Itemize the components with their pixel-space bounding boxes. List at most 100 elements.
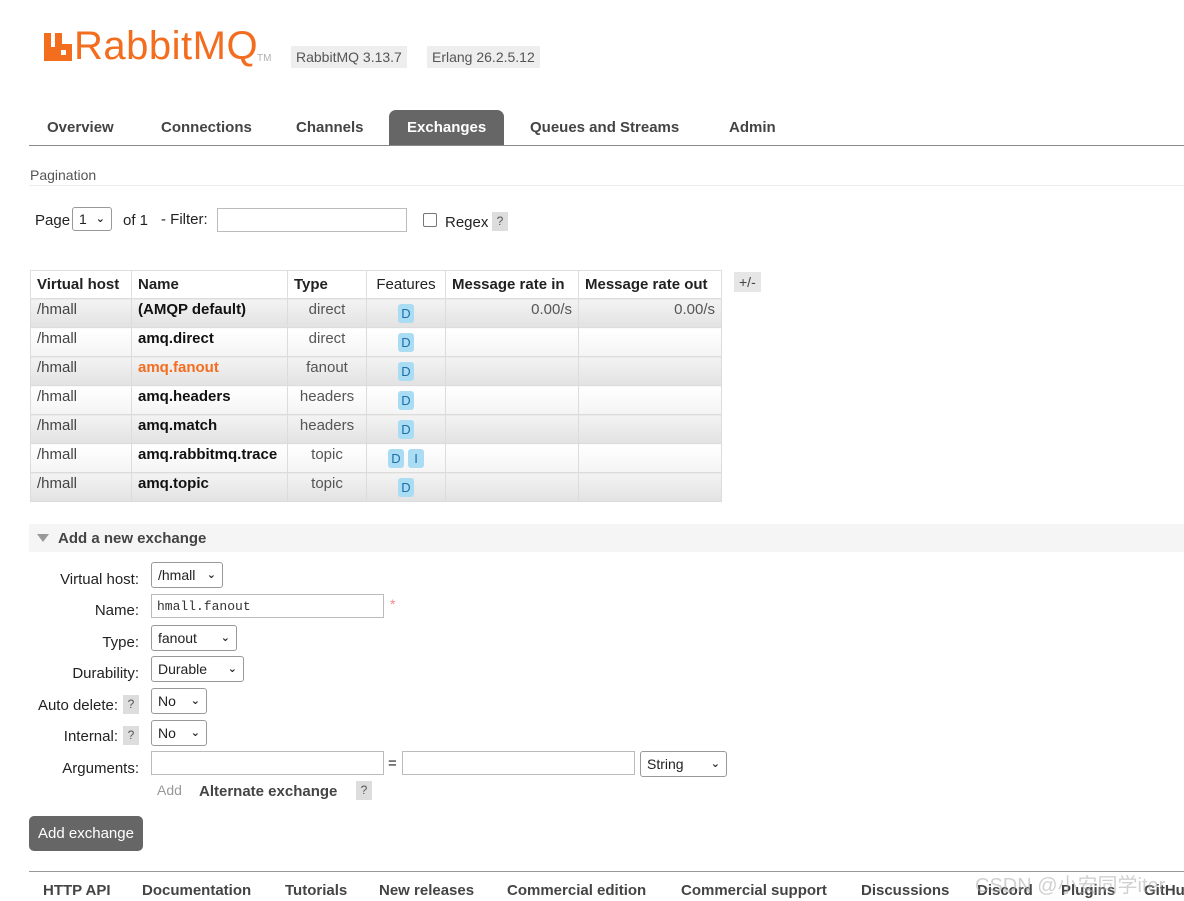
cell-virtual-host: /hmall (30, 327, 132, 357)
exchange-name-input[interactable] (151, 594, 384, 618)
cell-virtual-host: /hmall (30, 443, 132, 473)
cell-virtual-host: /hmall (30, 414, 132, 444)
exchange-name-link[interactable]: (AMQP default) (138, 301, 246, 318)
tab-admin[interactable]: Admin (711, 110, 794, 145)
col-message-rate-in[interactable]: Message rate in (445, 270, 579, 299)
cell-message-rate-in (445, 385, 579, 415)
footer-link-tutorials[interactable]: Tutorials (285, 882, 347, 899)
tab-queues-and-streams[interactable]: Queues and Streams (512, 110, 697, 145)
footer-link-discussions[interactable]: Discussions (861, 882, 949, 899)
cell-features: D (366, 472, 446, 502)
col-virtual-host[interactable]: Virtual host (30, 270, 132, 299)
exchange-type-select[interactable]: fanout ⌄ (151, 625, 237, 651)
cell-type: headers (287, 414, 367, 444)
cell-features: D (366, 356, 446, 386)
cell-message-rate-out (578, 356, 722, 386)
add-exchange-title[interactable]: Add a new exchange (58, 530, 206, 547)
exchanges-table: Virtual host Name Type Features Message … (30, 270, 722, 502)
cell-type: direct (287, 327, 367, 357)
page-select[interactable]: 1 ⌄ (72, 207, 112, 231)
cell-type: headers (287, 385, 367, 415)
table-row: /hmall amq.fanout fanout D (30, 356, 722, 386)
regex-help-icon[interactable]: ? (492, 212, 508, 231)
virtual-host-select[interactable]: /hmall ⌄ (151, 562, 223, 588)
arguments-label: Arguments: (62, 760, 139, 777)
cell-type: topic (287, 443, 367, 473)
exchange-name-link[interactable]: amq.direct (138, 330, 214, 347)
add-argument-link[interactable]: Add (157, 782, 182, 798)
cell-name: amq.match (131, 414, 288, 444)
alternate-exchange-link[interactable]: Alternate exchange (199, 783, 337, 800)
feature-durable-badge[interactable]: D (398, 391, 414, 410)
tab-overview[interactable]: Overview (29, 110, 132, 145)
cell-name: amq.headers (131, 385, 288, 415)
feature-durable-badge[interactable]: D (398, 304, 414, 323)
cell-features: D I (366, 443, 446, 473)
footer-link-new-releases[interactable]: New releases (379, 882, 474, 899)
chevron-down-icon: ⌄ (227, 663, 237, 675)
tab-connections[interactable]: Connections (143, 110, 270, 145)
feature-durable-badge[interactable]: D (398, 333, 414, 352)
footer-link-commercial-edition[interactable]: Commercial edition (507, 882, 646, 899)
cell-name: amq.topic (131, 472, 288, 502)
cell-name: (AMQP default) (131, 298, 288, 328)
regex-checkbox[interactable] (423, 213, 437, 227)
toggle-columns-button[interactable]: +/- (734, 272, 761, 292)
feature-durable-badge[interactable]: D (398, 362, 414, 381)
name-label: Name: (94, 602, 139, 619)
required-marker: * (390, 596, 396, 612)
exchange-name-link[interactable]: amq.fanout (138, 359, 219, 376)
feature-durable-badge[interactable]: D (398, 478, 414, 497)
feature-internal-badge[interactable]: I (408, 449, 425, 468)
feature-durable-badge[interactable]: D (398, 420, 414, 439)
cell-features: D (366, 298, 446, 328)
cell-message-rate-in (445, 472, 579, 502)
table-row: /hmall amq.topic topic D (30, 472, 722, 502)
exchange-name-link[interactable]: amq.topic (138, 475, 209, 492)
internal-help-icon[interactable]: ? (123, 726, 139, 745)
type-label: Type: (102, 634, 139, 651)
tab-exchanges[interactable]: Exchanges (389, 110, 505, 145)
add-exchange-button[interactable]: Add exchange (29, 816, 143, 851)
exchange-name-link[interactable]: amq.rabbitmq.trace (138, 446, 277, 463)
exchange-name-link[interactable]: amq.match (138, 417, 217, 434)
cell-features: D (366, 385, 446, 415)
chevron-down-icon: ⌄ (710, 758, 720, 770)
page-count: of 1 (123, 212, 149, 229)
tab-channels[interactable]: Channels (278, 110, 382, 145)
cell-type: fanout (287, 356, 367, 386)
internal-select[interactable]: No ⌄ (151, 720, 207, 746)
pagination-divider (29, 185, 1184, 186)
cell-message-rate-out (578, 443, 722, 473)
argument-equals: = (388, 755, 397, 772)
argument-value-input[interactable] (402, 751, 635, 775)
auto-delete-select[interactable]: No ⌄ (151, 688, 207, 714)
argument-key-input[interactable] (151, 751, 384, 775)
exchange-name-link[interactable]: amq.headers (138, 388, 231, 405)
feature-durable-badge[interactable]: D (387, 449, 404, 468)
col-type[interactable]: Type (287, 270, 367, 299)
col-message-rate-out[interactable]: Message rate out (578, 270, 722, 299)
cell-name: amq.rabbitmq.trace (131, 443, 288, 473)
cell-type: topic (287, 472, 367, 502)
cell-message-rate-in (445, 356, 579, 386)
argument-type-select[interactable]: String ⌄ (640, 751, 727, 777)
col-features: Features (366, 270, 446, 299)
logo-trademark: TM (257, 53, 272, 64)
filter-input[interactable] (217, 208, 407, 232)
table-row: /hmall amq.rabbitmq.trace topic D I (30, 443, 722, 473)
footer-link-documentation[interactable]: Documentation (142, 882, 251, 899)
footer-link-http-api[interactable]: HTTP API (43, 882, 111, 899)
durability-select[interactable]: Durable ⌄ (151, 656, 244, 682)
auto-delete-help-icon[interactable]: ? (123, 695, 139, 714)
collapse-triangle-icon[interactable] (37, 534, 49, 542)
page-label: Page (35, 212, 71, 229)
cell-type: direct (287, 298, 367, 328)
col-name[interactable]: Name (131, 270, 288, 299)
footer-link-commercial-support[interactable]: Commercial support (681, 882, 827, 899)
cell-features: D (366, 327, 446, 357)
cell-message-rate-in (445, 327, 579, 357)
table-row: /hmall amq.direct direct D (30, 327, 722, 357)
chevron-down-icon: ⌄ (220, 632, 230, 644)
alternate-exchange-help-icon[interactable]: ? (356, 781, 372, 800)
